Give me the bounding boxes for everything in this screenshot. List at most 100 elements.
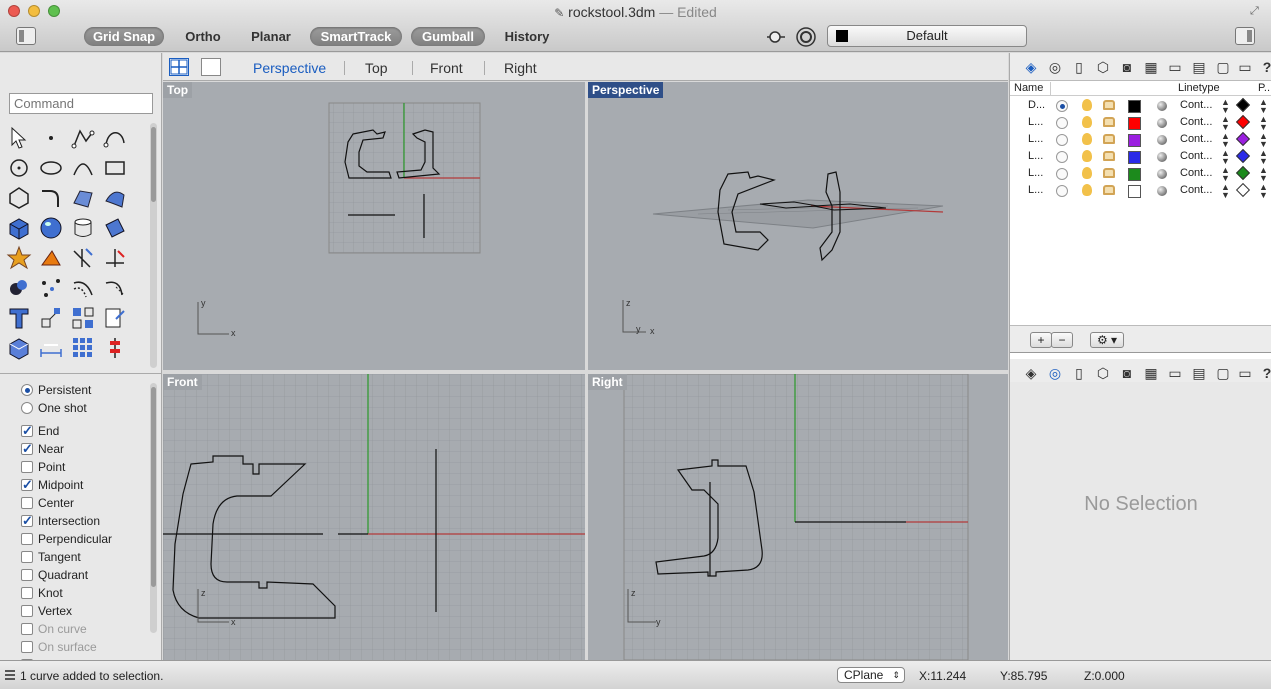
transform-icon[interactable] [36, 303, 66, 333]
osnap-on-curve-checkbox[interactable]: On curve [20, 620, 150, 638]
layer-lock-icon[interactable] [1103, 185, 1115, 195]
layer-print-color-icon[interactable] [1235, 97, 1251, 113]
current-layer-radio-icon[interactable] [1056, 100, 1068, 112]
layer-linetype[interactable]: Cont... [1180, 99, 1212, 111]
stepper-arrows-icon[interactable]: ▲ ▼ [1221, 166, 1230, 183]
ortho-toggle[interactable]: Ortho [170, 27, 236, 46]
layer-color-swatch[interactable] [1128, 185, 1141, 198]
text-icon[interactable] [4, 303, 34, 333]
surface-points-icon[interactable] [68, 183, 98, 213]
osnap-persistent-radio[interactable]: Persistent [20, 381, 150, 399]
tab-right[interactable]: Right [504, 60, 537, 76]
fillet-curve-icon[interactable] [36, 183, 66, 213]
library-icon[interactable]: ▭ [1166, 59, 1184, 75]
stepper-arrows-icon[interactable]: ▲ ▼ [1259, 183, 1268, 200]
page-icon[interactable]: ▢ [1214, 365, 1232, 381]
viewport-label-front[interactable]: Front [163, 374, 202, 390]
tab-front[interactable]: Front [430, 60, 463, 76]
layer-linetype[interactable]: Cont... [1180, 150, 1212, 162]
viewport-label-right[interactable]: Right [588, 374, 627, 390]
ellipse-icon[interactable] [36, 153, 66, 183]
layer-color-swatch[interactable] [1128, 117, 1141, 130]
viewport-label-top[interactable]: Top [163, 82, 193, 98]
layer-row[interactable]: D... Cont... ▲ ▼ ▲ ▼ [1010, 98, 1271, 115]
layer-linetype[interactable]: Cont... [1180, 184, 1212, 196]
viewport-perspective[interactable]: z y x Perspective [588, 82, 1008, 370]
stepper-arrows-icon[interactable]: ▲ ▼ [1221, 115, 1230, 132]
layer-print-color-icon[interactable] [1235, 114, 1251, 130]
planar-toggle[interactable]: Planar [240, 27, 302, 46]
properties-icon[interactable]: ◎ [1046, 59, 1064, 75]
osnap-knot-checkbox[interactable]: Knot [20, 584, 150, 602]
target-icon[interactable] [795, 26, 817, 48]
arc-icon[interactable] [68, 153, 98, 183]
layer-options-button[interactable]: ⚙ ▾ [1090, 332, 1124, 348]
tab-perspective[interactable]: Perspective [253, 60, 326, 76]
viewport-label-perspective[interactable]: Perspective [588, 82, 664, 98]
current-layer-radio-icon[interactable] [1056, 185, 1068, 197]
add-layer-button[interactable]: + [1030, 332, 1052, 348]
materials-icon[interactable]: ▦ [1142, 365, 1160, 381]
layer-lock-icon[interactable] [1103, 100, 1115, 110]
layer-color-swatch[interactable] [1128, 100, 1141, 113]
layer-visible-bulb-icon[interactable] [1082, 133, 1092, 145]
toggle-left-sidebar-button[interactable] [16, 27, 36, 45]
layer-lock-icon[interactable] [1103, 117, 1115, 127]
osnap-quadrant-checkbox[interactable]: Quadrant [20, 566, 150, 584]
curve-edit-icon[interactable] [100, 273, 130, 303]
single-viewport-icon[interactable] [201, 58, 221, 76]
boolean-icon[interactable] [36, 243, 66, 273]
viewport-top[interactable]: y x Top [163, 82, 585, 370]
grid-snap-toggle[interactable]: Grid Snap [84, 27, 164, 46]
command-input[interactable] [9, 93, 153, 114]
rectangle-icon[interactable] [100, 153, 130, 183]
curve-icon[interactable] [100, 123, 130, 153]
layer-material-icon[interactable] [1157, 169, 1167, 179]
display-icon[interactable]: ▭ [1236, 59, 1254, 75]
layer-material-icon[interactable] [1157, 152, 1167, 162]
edit-properties-icon[interactable] [100, 303, 130, 333]
sphere-icon[interactable] [36, 213, 66, 243]
layer-visible-bulb-icon[interactable] [1082, 99, 1092, 111]
polygon-icon[interactable] [4, 183, 34, 213]
plane-surface-icon[interactable] [100, 213, 130, 243]
stepper-arrows-icon[interactable]: ▲ ▼ [1221, 183, 1230, 200]
circle-icon[interactable] [4, 153, 34, 183]
document-icon[interactable]: ▤ [1190, 59, 1208, 75]
notes-icon[interactable]: ▯ [1070, 59, 1088, 75]
four-viewports-icon[interactable] [169, 58, 189, 76]
layer-row[interactable]: L... Cont... ▲ ▼ ▲ ▼ [1010, 115, 1271, 132]
smarttrack-toggle[interactable]: SmartTrack [310, 27, 402, 46]
osnap-scrollbar[interactable] [150, 383, 157, 633]
layer-lock-icon[interactable] [1103, 151, 1115, 161]
stepper-arrows-icon[interactable]: ▲ ▼ [1259, 149, 1268, 166]
osnap-center-checkbox[interactable]: Center [20, 494, 150, 512]
analyze-icon[interactable] [100, 333, 130, 363]
layer-linetype[interactable]: Cont... [1180, 116, 1212, 128]
polyline-icon[interactable] [68, 123, 98, 153]
sidebar-divider[interactable] [0, 373, 162, 374]
cplane-select[interactable]: CPlane ⇕ [837, 667, 905, 683]
stepper-arrows-icon[interactable]: ▲ ▼ [1221, 149, 1230, 166]
explode-icon[interactable] [4, 243, 34, 273]
layer-visible-bulb-icon[interactable] [1082, 150, 1092, 162]
layer-print-color-icon[interactable] [1235, 165, 1251, 181]
object-icon[interactable]: ⬡ [1094, 59, 1112, 75]
document-icon[interactable]: ▤ [1190, 365, 1208, 381]
layer-visible-bulb-icon[interactable] [1082, 167, 1092, 179]
split-icon[interactable] [100, 243, 130, 273]
layers-icon[interactable]: ◈ [1022, 59, 1040, 75]
dimension-icon[interactable] [36, 333, 66, 363]
layer-name-header[interactable]: Name [1014, 82, 1043, 94]
stepper-arrows-icon[interactable]: ▲ ▼ [1259, 98, 1268, 115]
layer-material-icon[interactable] [1157, 186, 1167, 196]
layer-print-color-icon[interactable] [1235, 131, 1251, 147]
point-icon[interactable] [36, 123, 66, 153]
stepper-arrows-icon[interactable]: ▲ ▼ [1259, 115, 1268, 132]
layer-linetype[interactable]: Cont... [1180, 133, 1212, 145]
help-icon[interactable]: ? [1258, 59, 1271, 75]
current-layer-radio-icon[interactable] [1056, 168, 1068, 180]
stepper-arrows-icon[interactable]: ▲ ▼ [1221, 132, 1230, 149]
layer-print-color-icon[interactable] [1235, 182, 1251, 198]
osnap-perpendicular-checkbox[interactable]: Perpendicular [20, 530, 150, 548]
